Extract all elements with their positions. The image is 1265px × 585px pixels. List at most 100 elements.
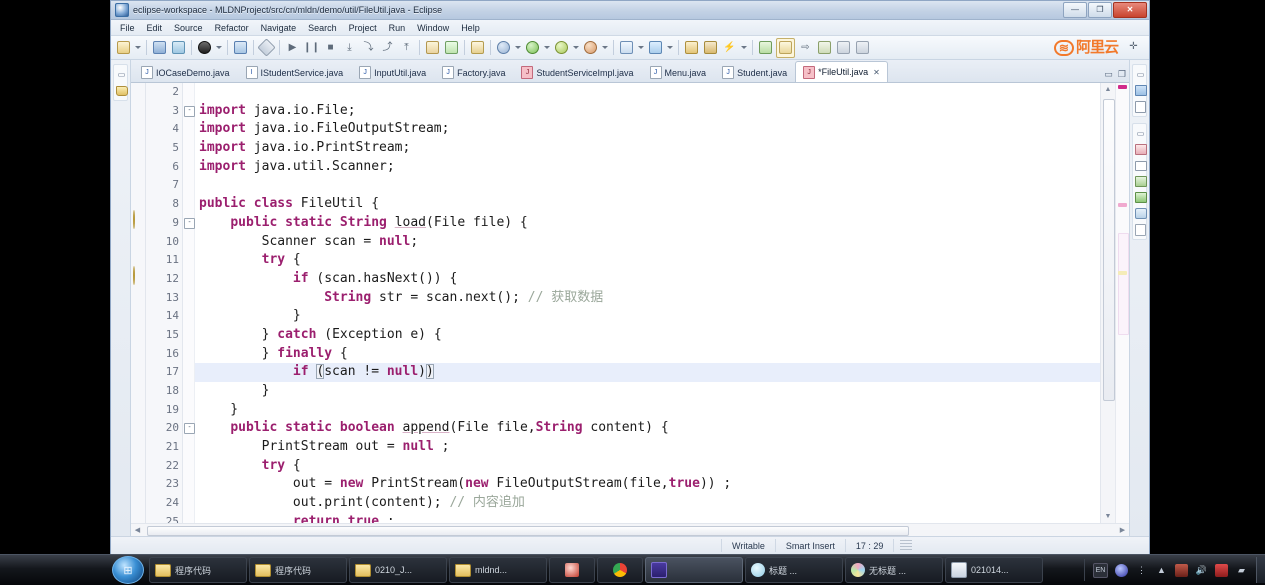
new-annotation-dropdown-icon[interactable] [667,46,673,49]
vertical-scroll-thumb[interactable] [1103,99,1115,401]
run-as-icon[interactable] [524,39,541,57]
code-line-15[interactable]: } catch (Exception e) { [195,326,1100,345]
run-as-dropdown-icon[interactable] [544,46,550,49]
coverage-dropdown-icon[interactable] [573,46,579,49]
show-hidden-icon[interactable]: ▲ [1155,564,1168,577]
code-line-9[interactable]: public static String load(File file) { [195,214,1100,233]
code-line-22[interactable]: try { [195,457,1100,476]
save-icon[interactable] [151,39,168,57]
toggle-mark-occurrences-icon[interactable] [232,39,249,57]
vertical-scrollbar[interactable]: ▲ ▼ [1100,83,1115,523]
tab-istudentservice[interactable]: I IStudentService.java [238,62,352,82]
ime-icon[interactable]: EN [1093,562,1108,578]
tab-studentserviceimpl[interactable]: J StudentServiceImpl.java [513,62,641,82]
tab-iocasedemo[interactable]: J IOCaseDemo.java [133,62,238,82]
scroll-left-icon[interactable]: ◀ [131,524,144,535]
code-line-24[interactable]: out.print(content); // 内容追加 [195,494,1100,513]
fold-toggle-icon[interactable]: - [184,423,195,435]
restore-view-icon[interactable]: ▭ [1133,67,1148,82]
minimize-button[interactable]: — [1063,2,1087,18]
signal-icon[interactable]: ▰ [1235,564,1248,577]
code-line-7[interactable] [195,176,1100,195]
ie-icon[interactable] [1115,563,1128,577]
code-line-5[interactable]: import java.io.PrintStream; [195,139,1100,158]
forward-icon[interactable]: ⇨ [797,39,814,57]
code-line-21[interactable]: PrintStream out = null ; [195,438,1100,457]
warning-marker-line9[interactable] [133,210,144,229]
scroll-down-icon[interactable]: ▼ [1101,510,1115,523]
code-line-12[interactable]: if (scan.hasNext()) { [195,270,1100,289]
folding-ruler[interactable]: - - - [183,83,195,523]
open-perspective-icon[interactable] [816,39,833,57]
servers-icon[interactable] [1133,190,1148,205]
java-perspective-icon[interactable] [1133,142,1148,157]
task-list-icon[interactable] [1133,99,1148,114]
debug-icon[interactable] [495,39,512,57]
horizontal-scrollbar[interactable]: ◀ ▶ [131,523,1129,536]
code-line-17[interactable]: if (scan != null)) [195,363,1100,382]
code-line-8[interactable]: public class FileUtil { [195,195,1100,214]
taskbar-item-6[interactable] [645,557,743,583]
code-line-4[interactable]: import java.io.FileOutputStream; [195,120,1100,139]
overview-ruler[interactable] [1115,83,1129,523]
taskbar-item-1[interactable]: 程序代码 [249,557,347,583]
taskbar-item-8[interactable]: 无标题 ... [845,557,943,583]
back-icon[interactable] [776,37,795,58]
tab-fileutil[interactable]: J *FileUtil.java ✕ [795,61,888,82]
warning-marker-line12[interactable] [133,266,144,285]
code-line-3[interactable]: import java.io.File; [195,102,1100,121]
taskbar-item-0[interactable]: 程序代码 [149,557,247,583]
code-line-13[interactable]: String str = scan.next(); // 获取数据 [195,289,1100,308]
code-text-area[interactable]: import java.io.File; import java.io.FileO… [195,83,1100,523]
code-line-25[interactable]: return true ; [195,513,1100,523]
annotation-ruler[interactable] [131,83,146,523]
taskbar-item-7[interactable]: 标题 ... [745,557,843,583]
code-line-14[interactable]: } [195,307,1100,326]
toolbar-overflow-icon[interactable]: ✛ [1125,38,1142,56]
next-annotation-icon[interactable]: ⚡ [721,39,738,57]
menu-edit[interactable]: Edit [141,22,169,34]
horizontal-scroll-thumb[interactable] [147,526,909,536]
code-line-18[interactable]: } [195,382,1100,401]
hierarchy-icon[interactable] [1133,174,1148,189]
show-desktop-button[interactable] [1256,557,1265,583]
print-dropdown-icon[interactable] [216,46,222,49]
previous-edit-icon[interactable] [702,39,719,57]
open-type-icon[interactable] [424,39,441,57]
menu-source[interactable]: Source [168,22,209,34]
tab-menu[interactable]: J Menu.java [642,62,715,82]
problems-icon[interactable] [1133,206,1148,221]
taskbar-item-2[interactable]: 0210_J... [349,557,447,583]
code-line-10[interactable]: Scanner scan = null; [195,233,1100,252]
minimize-editor-icon[interactable]: ▭ [1104,70,1113,79]
taskbar-item-3[interactable]: mldnd... [449,557,547,583]
maximize-editor-icon[interactable]: ❐ [1118,70,1126,79]
next-annotation-dropdown-icon[interactable] [741,46,747,49]
build-icon[interactable] [257,38,276,57]
toolbar-extra-1-icon[interactable] [835,39,852,57]
overview-warning-mark[interactable] [1118,203,1127,207]
more-icon[interactable]: ⋮ [1135,564,1148,577]
flag-icon[interactable] [1215,563,1228,577]
close-icon[interactable]: ✕ [873,68,880,77]
menu-navigate[interactable]: Navigate [255,22,303,34]
new-java-class-icon[interactable] [618,39,635,57]
last-edit-location-icon[interactable] [757,39,774,57]
overview-change-mark[interactable] [1118,271,1127,275]
pause-icon[interactable]: ❙❙ [303,39,320,57]
print-icon[interactable] [196,39,213,57]
drop-to-frame-icon[interactable]: ⤒ [398,39,415,57]
javadoc-icon[interactable] [1133,222,1148,237]
external-tools-icon[interactable] [582,39,599,57]
step-over-icon[interactable]: ⤵ [360,39,377,57]
code-line-6[interactable]: import java.util.Scanner; [195,158,1100,177]
save-all-icon[interactable] [170,39,187,57]
coverage-icon[interactable] [553,39,570,57]
tab-student[interactable]: J Student.java [714,62,795,82]
outline-icon[interactable] [1133,83,1148,98]
taskbar-item-5[interactable] [597,557,643,583]
quick-access-icon[interactable]: ▭ [1133,126,1148,141]
new-annotation-icon[interactable] [647,39,664,57]
fold-toggle-icon[interactable]: - [184,217,195,229]
maximize-button[interactable]: ❐ [1088,2,1112,18]
